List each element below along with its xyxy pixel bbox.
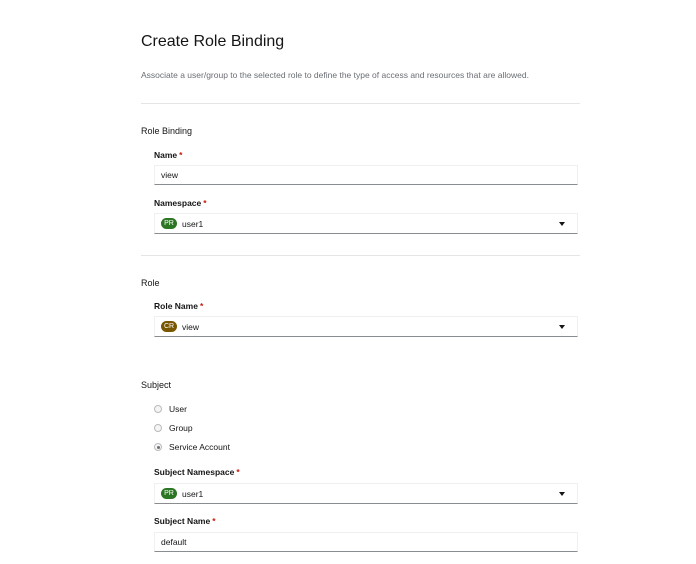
radio-user[interactable]: User xyxy=(154,404,187,414)
name-input[interactable] xyxy=(154,165,578,185)
subject-name-label: Subject Name * xyxy=(154,516,216,526)
subject-namespace-value: user1 xyxy=(182,488,204,499)
namespace-dropdown[interactable]: PR user1 xyxy=(154,213,578,234)
name-label-text: Name xyxy=(154,150,178,160)
cluster-role-badge: CR xyxy=(161,321,177,332)
page-description: Associate a user/group to the selected r… xyxy=(141,70,529,80)
radio-label-group: Group xyxy=(169,423,193,433)
radio-label-user: User xyxy=(169,404,187,414)
name-label: Name * xyxy=(154,150,182,160)
radio-service-account[interactable]: Service Account xyxy=(154,442,230,452)
divider xyxy=(141,255,580,256)
namespace-label: Namespace * xyxy=(154,198,207,208)
radio-button[interactable] xyxy=(154,405,162,413)
required-marker: * xyxy=(236,467,240,477)
create-role-binding-page: Create Role Binding Associate a user/gro… xyxy=(0,0,696,564)
section-title-role: Role xyxy=(141,278,160,288)
subject-name-label-text: Subject Name xyxy=(154,516,211,526)
project-badge: PR xyxy=(161,488,177,499)
required-marker: * xyxy=(179,150,183,160)
required-marker: * xyxy=(203,198,207,208)
caret-down-icon xyxy=(559,324,565,329)
subject-namespace-label: Subject Namespace * xyxy=(154,467,240,477)
role-name-label: Role Name * xyxy=(154,301,203,311)
namespace-value: user1 xyxy=(182,218,204,229)
project-badge: PR xyxy=(161,218,177,229)
radio-button[interactable] xyxy=(154,424,162,432)
subject-namespace-label-text: Subject Namespace xyxy=(154,467,235,477)
radio-group[interactable]: Group xyxy=(154,423,193,433)
required-marker: * xyxy=(212,516,216,526)
role-name-value: view xyxy=(182,321,200,332)
section-title-role-binding: Role Binding xyxy=(141,126,193,136)
page-title: Create Role Binding xyxy=(141,33,285,50)
caret-down-icon xyxy=(559,491,565,496)
required-marker: * xyxy=(199,301,204,311)
role-name-dropdown[interactable]: CR view xyxy=(154,316,578,337)
subject-name-input[interactable] xyxy=(154,532,578,552)
divider xyxy=(141,103,580,104)
section-title-subject: Subject xyxy=(141,380,172,390)
radio-label-service-account: Service Account xyxy=(169,442,230,452)
role-name-label-text: Role Name xyxy=(154,301,198,311)
caret-down-icon xyxy=(559,221,565,226)
radio-button-checked[interactable] xyxy=(154,443,162,451)
namespace-label-text: Namespace xyxy=(154,198,202,208)
subject-namespace-dropdown[interactable]: PR user1 xyxy=(154,483,578,504)
